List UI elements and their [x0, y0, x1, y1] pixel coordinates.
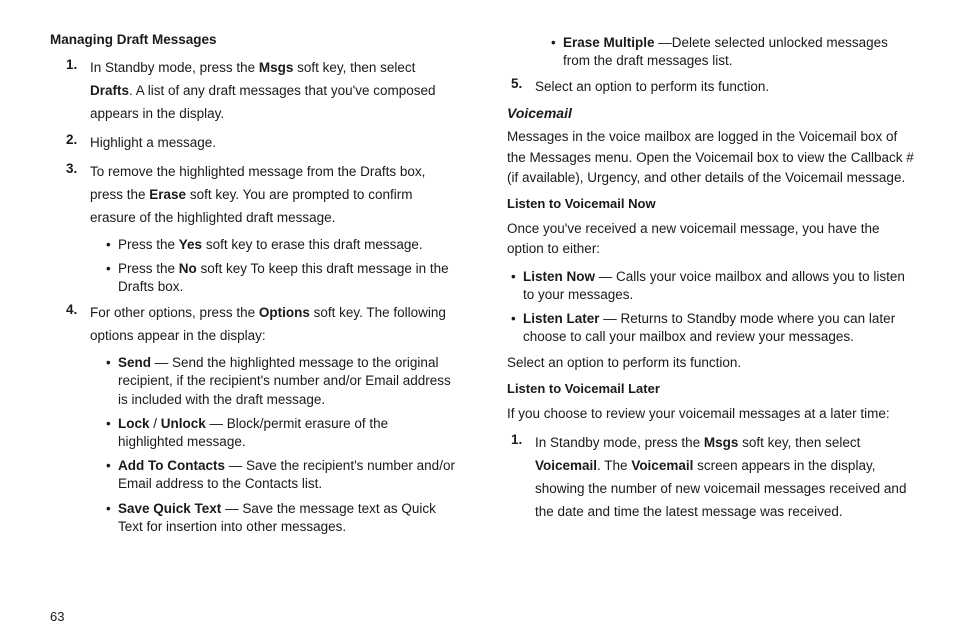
page-number: 63 — [50, 609, 64, 624]
draft-steps-cont2: 5. Select an option to perform its funct… — [511, 76, 914, 99]
b: Lock — [118, 416, 150, 431]
bullet-icon: • — [106, 260, 118, 296]
listen-bullets: • Listen Now — Calls your voice mailbox … — [511, 268, 914, 347]
t: soft key to erase this draft message. — [202, 237, 423, 252]
b: Erase — [149, 187, 186, 202]
b: Msgs — [259, 60, 294, 75]
voicemail-intro: Messages in the voice mailbox are logged… — [507, 127, 914, 188]
step-2: 2. Highlight a message. — [66, 132, 457, 155]
step-number: 2. — [66, 132, 90, 155]
b: Yes — [179, 237, 202, 252]
heading-listen-now: Listen to Voicemail Now — [507, 196, 914, 211]
page: Managing Draft Messages 1. In Standby mo… — [0, 0, 954, 636]
step-number: 3. — [66, 161, 90, 230]
bullet-text: Press the Yes soft key to erase this dra… — [118, 236, 457, 254]
step-number: 5. — [511, 76, 535, 99]
bullet-icon: • — [106, 354, 118, 409]
list-item: • Add To Contacts — Save the recipient's… — [106, 457, 457, 493]
step-text: In Standby mode, press the Msgs soft key… — [90, 57, 457, 126]
bullet-text: Add To Contacts — Save the recipient's n… — [118, 457, 457, 493]
left-column: Managing Draft Messages 1. In Standby mo… — [50, 30, 482, 626]
heading-voicemail: Voicemail — [507, 105, 914, 121]
bullet-text: Save Quick Text — Save the message text … — [118, 500, 457, 536]
heading-listen-later: Listen to Voicemail Later — [507, 381, 914, 396]
later-steps: 1. In Standby mode, press the Msgs soft … — [511, 432, 914, 524]
right-column: • Erase Multiple —Delete selected unlock… — [482, 30, 914, 626]
t: soft key, then select — [293, 60, 415, 75]
t: soft key, then select — [738, 435, 860, 450]
list-item: • Lock / Unlock — Block/permit erasure o… — [106, 415, 457, 451]
b: Listen Now — [523, 269, 595, 284]
t: Press the — [118, 237, 179, 252]
step-text: For other options, press the Options sof… — [90, 302, 457, 348]
list-item: • Press the Yes soft key to erase this d… — [106, 236, 457, 254]
bullet-text: Send — Send the highlighted message to t… — [118, 354, 457, 409]
bullet-text: Lock / Unlock — Block/permit erasure of … — [118, 415, 457, 451]
b: Voicemail — [631, 458, 693, 473]
b: Msgs — [704, 435, 739, 450]
b: Send — [118, 355, 151, 370]
bullet-text: Listen Later — Returns to Standby mode w… — [523, 310, 914, 346]
heading-managing-drafts: Managing Draft Messages — [50, 32, 457, 47]
step-number: 1. — [511, 432, 535, 524]
step-text: To remove the highlighted message from t… — [90, 161, 457, 230]
t: Press the — [118, 261, 179, 276]
b: Add To Contacts — [118, 458, 225, 473]
step-text: Select an option to perform its function… — [535, 76, 914, 99]
b: Unlock — [161, 416, 206, 431]
b: Erase Multiple — [563, 35, 655, 50]
t: For other options, press the — [90, 305, 259, 320]
list-item: • Send — Send the highlighted message to… — [106, 354, 457, 409]
step-5: 5. Select an option to perform its funct… — [511, 76, 914, 99]
step-number: 1. — [66, 57, 90, 126]
b: No — [179, 261, 197, 276]
step-number: 4. — [66, 302, 90, 348]
bullet-icon: • — [106, 236, 118, 254]
t: In Standby mode, press the — [535, 435, 704, 450]
b: Drafts — [90, 83, 129, 98]
t: . The — [597, 458, 631, 473]
bullet-icon: • — [551, 34, 563, 70]
b: Voicemail — [535, 458, 597, 473]
t: In Standby mode, press the — [90, 60, 259, 75]
bullet-text: Listen Now — Calls your voice mailbox an… — [523, 268, 914, 304]
list-item: • Erase Multiple —Delete selected unlock… — [551, 34, 914, 70]
bullet-icon: • — [106, 415, 118, 451]
step-text: In Standby mode, press the Msgs soft key… — [535, 432, 914, 524]
list-item: • Listen Later — Returns to Standby mode… — [511, 310, 914, 346]
bullet-icon: • — [511, 268, 523, 304]
t: . A list of any draft messages that you'… — [90, 83, 436, 121]
step3-bullets: • Press the Yes soft key to erase this d… — [106, 236, 457, 297]
step-3: 3. To remove the highlighted message fro… — [66, 161, 457, 230]
listen-now-intro: Once you've received a new voicemail mes… — [507, 219, 914, 260]
step4-bullets: • Send — Send the highlighted message to… — [106, 354, 457, 536]
bullet-icon: • — [511, 310, 523, 346]
step-text: Highlight a message. — [90, 132, 457, 155]
draft-steps: 1. In Standby mode, press the Msgs soft … — [66, 57, 457, 230]
list-item: • Listen Now — Calls your voice mailbox … — [511, 268, 914, 304]
list-item: • Press the No soft key To keep this dra… — [106, 260, 457, 296]
bullet-icon: • — [106, 457, 118, 493]
b: Save Quick Text — [118, 501, 221, 516]
step-1: 1. In Standby mode, press the Msgs soft … — [66, 57, 457, 126]
draft-steps-cont: 4. For other options, press the Options … — [66, 302, 457, 348]
bullet-icon: • — [106, 500, 118, 536]
bullet-text: Press the No soft key To keep this draft… — [118, 260, 457, 296]
b: Options — [259, 305, 310, 320]
later-step-1: 1. In Standby mode, press the Msgs soft … — [511, 432, 914, 524]
step-4: 4. For other options, press the Options … — [66, 302, 457, 348]
bullet-text: Erase Multiple —Delete selected unlocked… — [563, 34, 914, 70]
listen-after: Select an option to perform its function… — [507, 353, 914, 373]
t: / — [150, 416, 161, 431]
b: Listen Later — [523, 311, 600, 326]
step4-bullets-cont: • Erase Multiple —Delete selected unlock… — [551, 34, 914, 70]
listen-later-intro: If you choose to review your voicemail m… — [507, 404, 914, 424]
list-item: • Save Quick Text — Save the message tex… — [106, 500, 457, 536]
t: — Send the highlighted message to the or… — [118, 355, 451, 406]
